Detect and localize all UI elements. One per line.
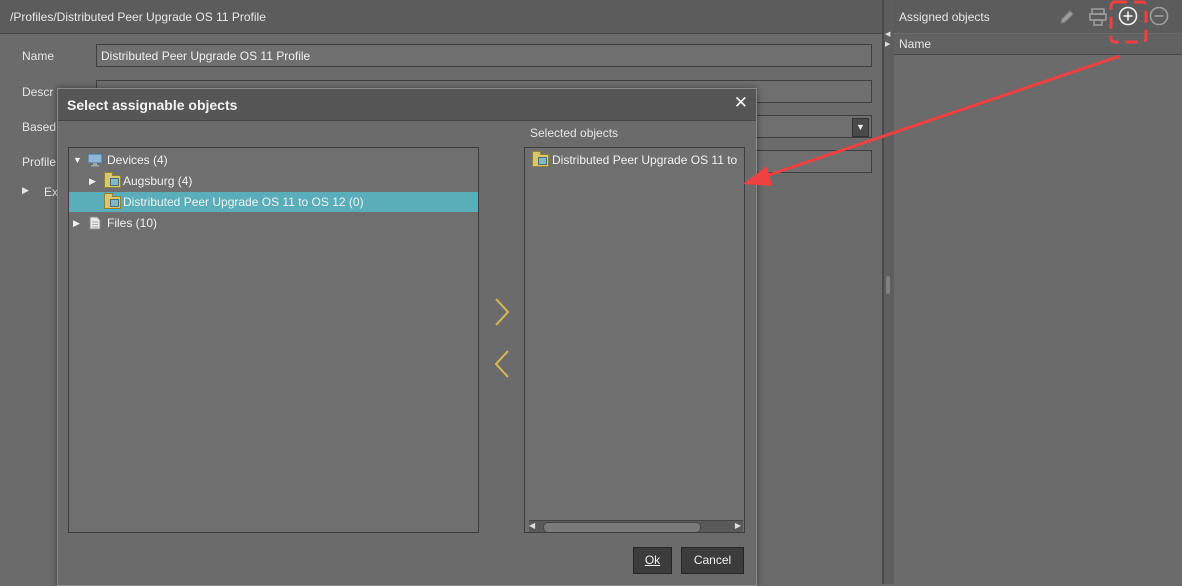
annotation-overlay (743, 0, 1148, 186)
annotation-arrow-line (759, 54, 1121, 180)
annotation-arrowhead (743, 166, 772, 186)
highlight-dashed-box (1109, 0, 1148, 44)
